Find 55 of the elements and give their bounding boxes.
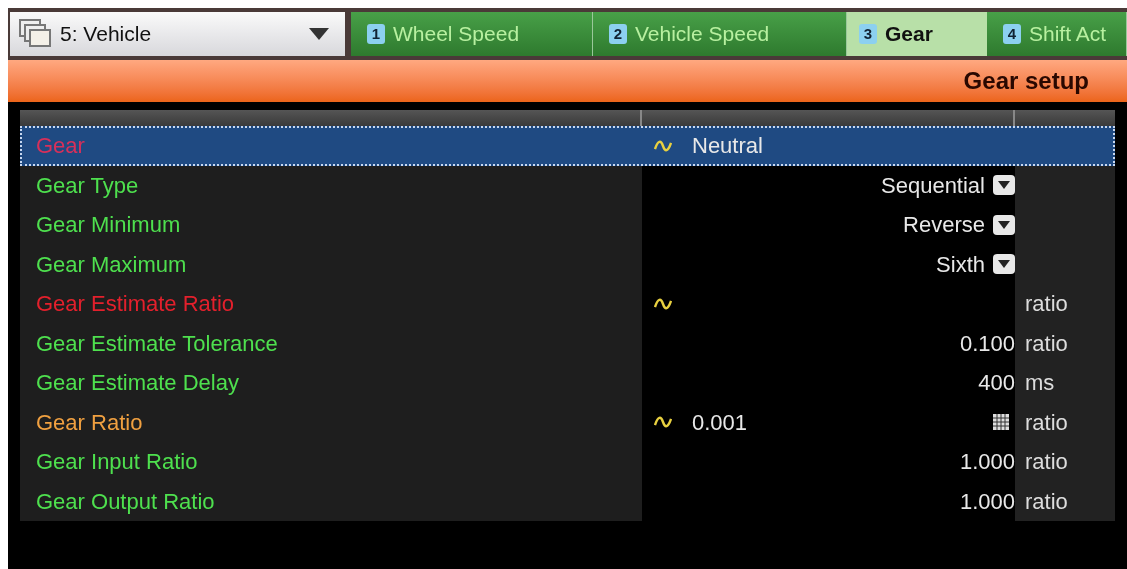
property-row[interactable]: Gear Input Ratio 1.000 ratio: [20, 442, 1100, 482]
property-name: Gear Estimate Tolerance: [36, 329, 278, 358]
property-row[interactable]: Gear Estimate Tolerance 0.100 ratio: [20, 323, 1100, 363]
property-name: Gear Maximum: [36, 250, 187, 279]
property-value[interactable]: Sixth: [936, 247, 985, 281]
property-name: Gear Type: [36, 171, 139, 200]
property-name: Gear Output Ratio: [36, 487, 215, 516]
property-row[interactable]: Gear Ratio 0.001 ratio: [20, 402, 1100, 442]
tab[interactable]: 1 Wheel Speed: [351, 12, 593, 56]
live-value: 0.001: [692, 408, 748, 437]
property-name: Gear Input Ratio: [36, 448, 198, 477]
caret-icon: [998, 181, 1010, 190]
live-value: Neutral: [692, 132, 763, 161]
property-row[interactable]: Gear Estimate Delay 400 ms: [20, 363, 1100, 403]
property-value[interactable]: Reverse: [903, 208, 985, 242]
tab-number: 2: [609, 24, 627, 44]
caret-icon: [998, 260, 1010, 269]
tab[interactable]: 4 Shift Act: [987, 12, 1127, 56]
dropdown-button[interactable]: [993, 214, 1015, 235]
property-value[interactable]: 1.000: [959, 445, 1015, 479]
view-name: 5: Vehicle: [60, 21, 153, 48]
tab[interactable]: 2 Vehicle Speed: [593, 12, 847, 56]
property-row[interactable]: Gear Neutral: [20, 126, 1115, 166]
property-name: Gear Minimum: [36, 211, 181, 240]
dropdown-button[interactable]: [993, 175, 1015, 196]
unit-label: ratio: [1025, 487, 1068, 516]
property-row[interactable]: Gear Output Ratio 1.000 ratio: [20, 481, 1100, 521]
unit-label: ratio: [1025, 290, 1068, 319]
unit-label: ratio: [1025, 408, 1068, 437]
property-value[interactable]: 1.000: [959, 484, 1015, 518]
property-name: Gear Estimate Delay: [36, 369, 239, 398]
tab[interactable]: 3 Gear: [847, 12, 987, 56]
property-name: Gear Estimate Ratio: [36, 290, 235, 319]
tab-number: 4: [1003, 24, 1021, 44]
table-icon[interactable]: [993, 414, 1009, 431]
property-value[interactable]: Sequential: [881, 168, 985, 202]
tab-number: 3: [859, 24, 877, 44]
dropdown-button[interactable]: [993, 254, 1015, 275]
property-row[interactable]: Gear Minimum Reverse: [20, 205, 1100, 245]
property-value[interactable]: 400: [978, 366, 1015, 400]
panel-title: Gear setup: [963, 66, 1089, 96]
property-value[interactable]: 0.100: [959, 326, 1015, 360]
tab-number: 1: [367, 24, 385, 44]
windows-icon: [18, 18, 52, 50]
caret-icon: [998, 220, 1010, 229]
unit-label: ms: [1025, 369, 1055, 398]
property-name: Gear: [36, 132, 85, 161]
caret-icon: [309, 28, 329, 40]
property-row[interactable]: Gear Estimate Ratio ratio: [20, 284, 1100, 324]
unit-label: ratio: [1025, 329, 1068, 358]
unit-label: ratio: [1025, 448, 1068, 477]
property-name: Gear Ratio: [36, 408, 143, 437]
view-dropdown[interactable]: 5: Vehicle: [10, 12, 345, 56]
property-row[interactable]: Gear Type Sequential: [20, 165, 1100, 205]
property-row[interactable]: Gear Maximum Sixth: [20, 244, 1100, 284]
